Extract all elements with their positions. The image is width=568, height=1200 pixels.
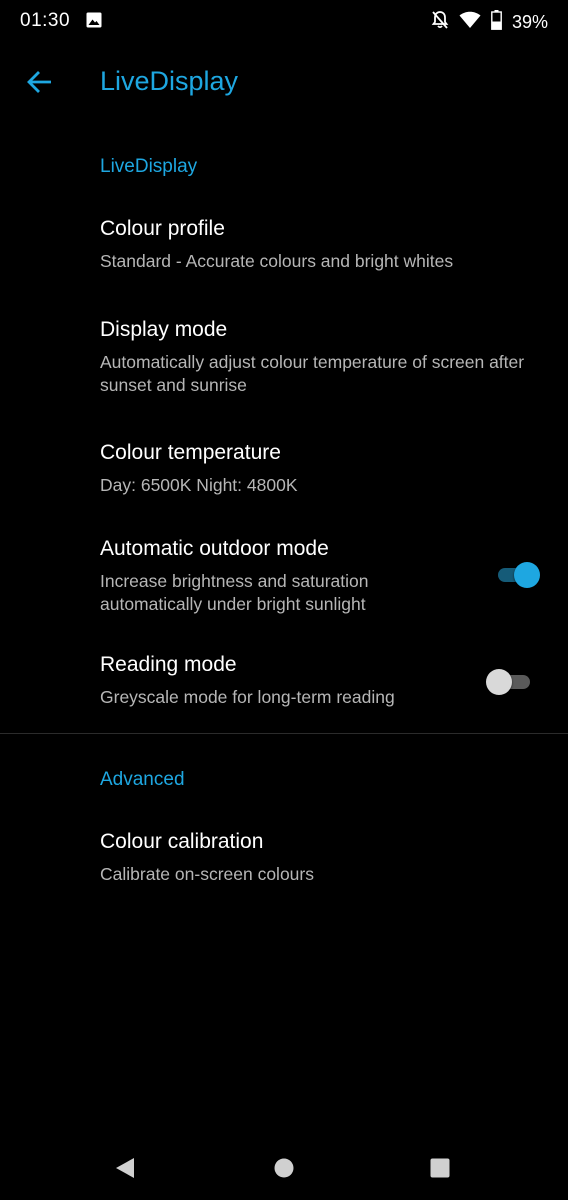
reading-mode-switch[interactable]	[486, 666, 534, 698]
pref-colour-profile[interactable]: Colour profile Standard - Accurate colou…	[0, 217, 568, 287]
switch-thumb	[486, 669, 512, 695]
back-triangle-icon	[116, 1158, 134, 1178]
pref-title: Colour temperature	[100, 441, 281, 464]
recents-square-icon	[430, 1158, 450, 1178]
pref-summary: Greyscale mode for long-term reading	[100, 687, 395, 707]
pref-title: Colour calibration	[100, 830, 264, 853]
pref-colour-calibration[interactable]: Colour calibration Calibrate on-screen c…	[0, 830, 568, 900]
pref-colour-temperature[interactable]: Colour temperature Day: 6500K Night: 480…	[0, 441, 568, 511]
pref-title: Display mode	[100, 318, 228, 341]
navigation-bar	[0, 1134, 568, 1200]
home-circle-icon	[274, 1158, 294, 1178]
pref-automatic-outdoor-mode[interactable]: Automatic outdoor mode Increase brightne…	[0, 537, 568, 627]
gallery-icon	[86, 12, 102, 28]
back-arrow-icon	[27, 71, 51, 93]
pref-title: Automatic outdoor mode	[100, 537, 329, 560]
status-bar: 01:30 39%	[0, 0, 568, 44]
pref-title: Reading mode	[100, 653, 237, 676]
section-divider	[0, 733, 568, 734]
outdoor-mode-switch[interactable]	[496, 559, 544, 591]
nav-home-button[interactable]	[260, 1144, 308, 1192]
pref-reading-mode[interactable]: Reading mode Greyscale mode for long-ter…	[0, 653, 568, 723]
page-title: LiveDisplay	[100, 66, 239, 96]
app-bar: LiveDisplay	[0, 44, 568, 120]
switch-thumb	[514, 562, 540, 588]
pref-summary: Day: 6500K Night: 4800K	[100, 475, 298, 495]
nav-recents-button[interactable]	[416, 1144, 464, 1192]
back-button[interactable]	[16, 58, 64, 106]
pref-summary: Automatically adjust colour temperature …	[100, 352, 525, 395]
pref-summary: Increase brightness and saturation autom…	[100, 571, 369, 614]
pref-summary: Calibrate on-screen colours	[100, 864, 314, 884]
nav-back-button[interactable]	[101, 1144, 149, 1192]
status-icons: 39%	[431, 9, 548, 35]
category-advanced: Advanced	[100, 769, 185, 790]
pref-display-mode[interactable]: Display mode Automatically adjust colour…	[0, 318, 568, 408]
battery-icon	[491, 9, 502, 35]
battery-percentage: 39%	[511, 11, 548, 32]
pref-summary: Standard - Accurate colours and bright w…	[100, 251, 454, 271]
status-time: 01:30	[20, 10, 71, 31]
notifications-off-icon	[431, 10, 449, 35]
pref-title: Colour profile	[100, 217, 225, 240]
category-livedisplay: LiveDisplay	[100, 156, 198, 177]
wifi-icon	[459, 11, 481, 34]
